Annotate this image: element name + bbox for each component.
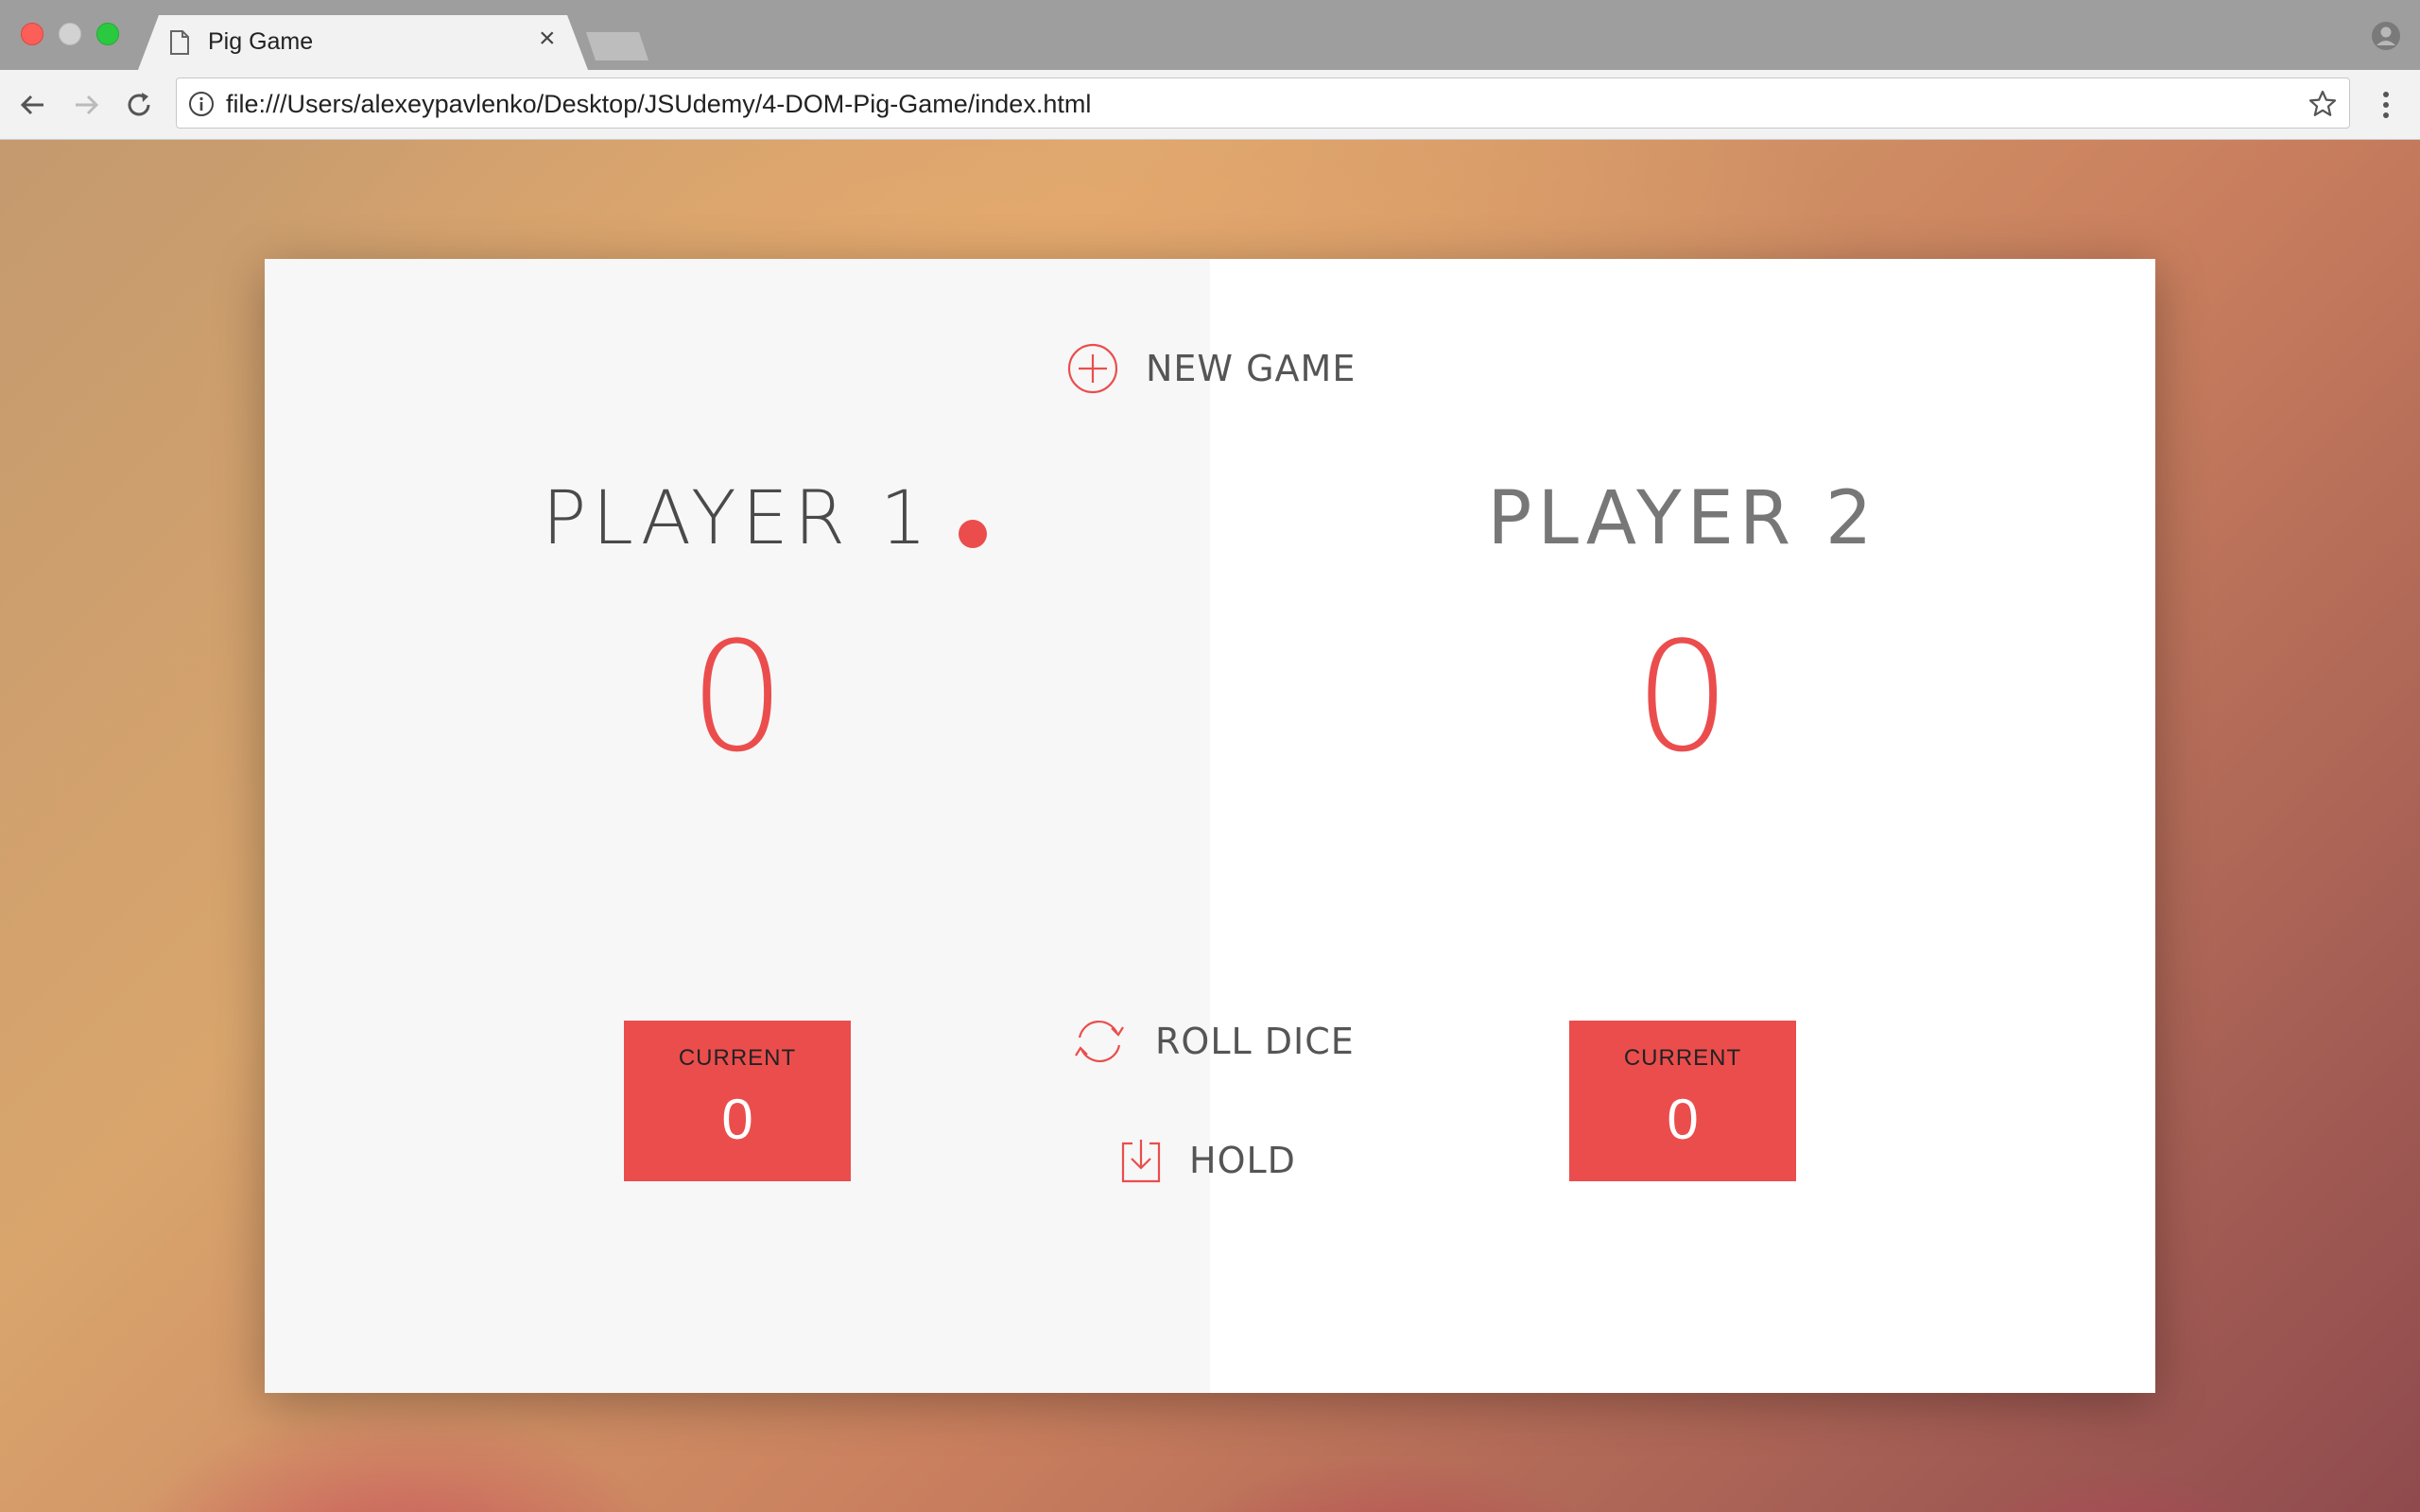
roll-dice-button[interactable]: ROLL DICE [1070, 1015, 1355, 1068]
document-icon [170, 30, 189, 55]
tab-close-icon[interactable]: × [539, 25, 556, 53]
refresh-icon [1075, 1020, 1124, 1063]
player-2-current-box: CURRENT 0 [1569, 1021, 1796, 1181]
window-minimize-button[interactable] [59, 23, 81, 45]
player-2-current-score: 0 [1667, 1088, 1699, 1151]
player-2-current-label: CURRENT [1623, 1045, 1742, 1071]
back-arrow-icon[interactable] [17, 89, 49, 121]
forward-arrow-icon[interactable] [70, 89, 102, 121]
browser-tab[interactable]: Pig Game × [138, 15, 588, 70]
window-close-button[interactable] [21, 23, 43, 45]
roll-dice-label: ROLL DICE [1155, 1021, 1355, 1062]
player-1-current-box: CURRENT 0 [624, 1021, 851, 1181]
tab-title: Pig Game [208, 28, 314, 55]
player-1-current-label: CURRENT [678, 1045, 797, 1071]
profile-icon[interactable] [2371, 21, 2401, 51]
active-player-indicator [959, 520, 987, 548]
new-tab-button[interactable] [586, 32, 648, 60]
bookmark-star-icon[interactable] [2308, 89, 2338, 119]
hold-label: HOLD [1189, 1140, 1296, 1181]
download-tray-icon [1121, 1140, 1161, 1183]
player-2-score: 0 [1634, 609, 1731, 785]
player-2-panel: PLAYER 2 0 CURRENT 0 [1210, 259, 2155, 1393]
player-1-name: PLAYER 1 [542, 476, 933, 561]
tab-strip: Pig Game × [0, 0, 2420, 70]
game-board: PLAYER 1 0 CURRENT 0 PLAYER 2 0 CURRENT … [265, 259, 2155, 1393]
address-bar[interactable]: file:///Users/alexeypavlenko/Desktop/JSU… [176, 77, 2350, 129]
kebab-menu-icon[interactable] [2375, 89, 2397, 121]
player-1-score: 0 [689, 609, 786, 785]
player-1-current-score: 0 [721, 1088, 753, 1151]
player-2-name: PLAYER 2 [1487, 476, 1878, 561]
url-text[interactable]: file:///Users/alexeypavlenko/Desktop/JSU… [226, 90, 1091, 119]
browser-toolbar: file:///Users/alexeypavlenko/Desktop/JSU… [0, 70, 2420, 140]
page-viewport: PLAYER 1 0 CURRENT 0 PLAYER 2 0 CURRENT … [0, 140, 2420, 1512]
new-game-label: NEW GAME [1146, 348, 1357, 389]
plus-circle-icon [1067, 343, 1118, 394]
new-game-button[interactable]: NEW GAME [1066, 342, 1356, 395]
player-1-panel: PLAYER 1 0 CURRENT 0 [265, 259, 1210, 1393]
reload-icon[interactable] [123, 89, 155, 121]
info-icon[interactable] [188, 91, 215, 117]
hold-button[interactable]: HOLD [1119, 1136, 1296, 1185]
window-maximize-button[interactable] [96, 23, 119, 45]
